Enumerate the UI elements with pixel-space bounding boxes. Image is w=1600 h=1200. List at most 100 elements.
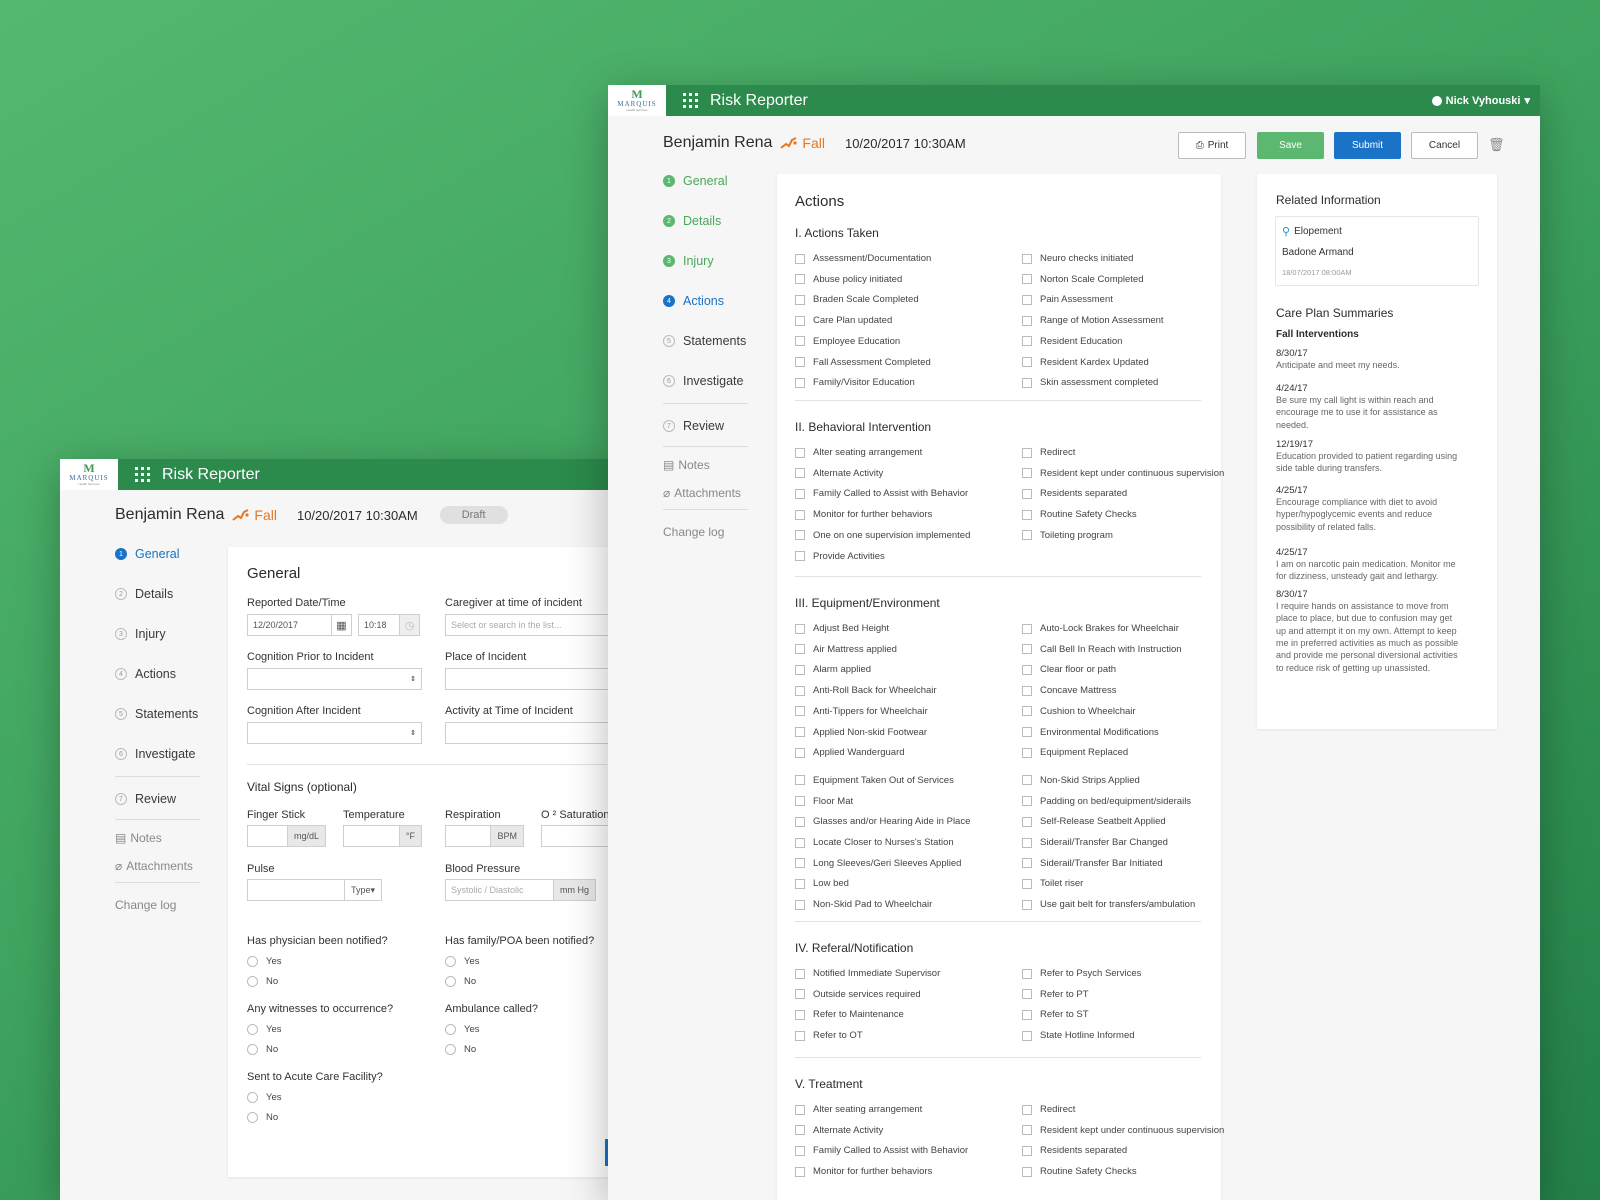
action-checkbox[interactable]: Floor Mat	[795, 796, 853, 807]
action-checkbox[interactable]: Abuse policy initiated	[795, 274, 902, 285]
blood-pressure-input[interactable]: Systolic / Diastolic mm Hg	[445, 879, 596, 901]
nav-item-injury[interactable]: 3 Injury	[663, 241, 783, 281]
action-checkbox[interactable]: Adjust Bed Height	[795, 623, 889, 634]
pulse-type-dropdown[interactable]: Type ▾	[343, 880, 381, 900]
reported-date-input[interactable]: 12/20/2017 ▦	[247, 614, 352, 636]
action-checkbox[interactable]: Routine Safety Checks	[1022, 509, 1137, 520]
action-checkbox[interactable]: Alternate Activity	[795, 468, 883, 479]
cognition-after-select[interactable]: ⇕	[247, 722, 422, 744]
ambulance-yes-radio[interactable]: Yes	[445, 1024, 480, 1035]
cognition-prior-select[interactable]: ⇕	[247, 668, 422, 690]
action-checkbox[interactable]: Provide Activities	[795, 551, 885, 562]
action-checkbox[interactable]: Residents separated	[1022, 1145, 1127, 1156]
action-checkbox[interactable]: One on one supervision implemented	[795, 530, 970, 541]
action-checkbox[interactable]: Norton Scale Completed	[1022, 274, 1144, 285]
action-checkbox[interactable]: Alter seating arrangement	[795, 1104, 922, 1115]
action-checkbox[interactable]: Long Sleeves/Geri Sleeves Applied	[795, 858, 961, 869]
action-checkbox[interactable]: Refer to ST	[1022, 1009, 1089, 1020]
action-checkbox[interactable]: Applied Wanderguard	[795, 747, 905, 758]
nav-item-investigate[interactable]: 6 Investigate	[115, 734, 235, 774]
action-checkbox[interactable]: Toilet riser	[1022, 878, 1083, 889]
submit-button[interactable]: Submit	[1334, 132, 1401, 159]
action-checkbox[interactable]: Non-Skid Strips Applied	[1022, 775, 1140, 786]
action-checkbox[interactable]: Neuro checks initiated	[1022, 253, 1133, 264]
action-checkbox[interactable]: Use gait belt for transfers/ambulation	[1022, 899, 1195, 910]
respiration-input[interactable]: BPM	[445, 825, 524, 847]
action-checkbox[interactable]: Toileting program	[1022, 530, 1113, 541]
temperature-input[interactable]: °F	[343, 825, 422, 847]
o2-saturation-input[interactable]	[541, 825, 608, 847]
nav-item-investigate[interactable]: 6 Investigate	[663, 361, 783, 401]
action-checkbox[interactable]: Refer to Maintenance	[795, 1009, 904, 1020]
action-checkbox[interactable]: Self-Release Seatbelt Applied	[1022, 816, 1166, 827]
action-checkbox[interactable]: Clear floor or path	[1022, 664, 1116, 675]
action-checkbox[interactable]: Anti-Tippers for Wheelchair	[795, 706, 928, 717]
action-checkbox[interactable]: State Hotline Informed	[1022, 1030, 1135, 1041]
action-checkbox[interactable]: Fall Assessment Completed	[795, 357, 931, 368]
action-checkbox[interactable]: Routine Safety Checks	[1022, 1166, 1137, 1177]
action-checkbox[interactable]: Glasses and/or Hearing Aide in Place	[795, 816, 970, 827]
action-checkbox[interactable]: Locate Closer to Nurses's Station	[795, 837, 954, 848]
action-checkbox[interactable]: Monitor for further behaviors	[795, 1166, 932, 1177]
nav-attachments[interactable]: ⌀ Attachments	[115, 852, 235, 880]
trash-icon[interactable]: 🗑	[1488, 137, 1505, 153]
action-checkbox[interactable]: Pain Assessment	[1022, 294, 1113, 305]
reported-time-input[interactable]: 10:18 ◷	[358, 614, 420, 636]
acute-yes-radio[interactable]: Yes	[247, 1092, 282, 1103]
nav-item-review[interactable]: 7 Review	[115, 781, 235, 817]
nav-item-details[interactable]: 2 Details	[663, 201, 783, 241]
action-checkbox[interactable]: Monitor for further behaviors	[795, 509, 932, 520]
activity-select[interactable]	[445, 722, 608, 744]
action-checkbox[interactable]: Redirect	[1022, 447, 1075, 458]
action-checkbox[interactable]: Environmental Modifications	[1022, 727, 1159, 738]
action-checkbox[interactable]: Air Mattress applied	[795, 644, 897, 655]
physician-no-radio[interactable]: No	[247, 976, 278, 987]
action-checkbox[interactable]: Notified Immediate Supervisor	[795, 968, 940, 979]
action-checkbox[interactable]: Cushion to Wheelchair	[1022, 706, 1136, 717]
nav-item-actions[interactable]: 4 Actions	[115, 654, 235, 694]
action-checkbox[interactable]: Care Plan updated	[795, 315, 892, 326]
action-checkbox[interactable]: Skin assessment completed	[1022, 377, 1158, 388]
acute-no-radio[interactable]: No	[247, 1112, 278, 1123]
cancel-button[interactable]: Cancel	[1411, 132, 1478, 159]
nav-item-actions[interactable]: 4 Actions	[663, 281, 783, 321]
action-checkbox[interactable]: Outside services required	[795, 989, 921, 1000]
place-select[interactable]	[445, 668, 608, 690]
save-button[interactable]: Save	[1257, 132, 1324, 159]
action-checkbox[interactable]: Applied Non-skid Footwear	[795, 727, 927, 738]
nav-item-general[interactable]: 1 General	[663, 161, 783, 201]
app-grid-icon[interactable]	[683, 93, 698, 108]
user-menu[interactable]: Nick Vyhouski ▾	[1431, 94, 1530, 107]
pulse-input[interactable]: Type ▾	[247, 879, 382, 901]
nav-item-general[interactable]: 1 General	[115, 534, 235, 574]
witness-no-radio[interactable]: No	[247, 1044, 278, 1055]
action-checkbox[interactable]: Braden Scale Completed	[795, 294, 919, 305]
nav-change-log[interactable]: Change log	[115, 887, 235, 923]
nav-item-details[interactable]: 2 Details	[115, 574, 235, 614]
action-checkbox[interactable]: Resident kept under continuous supervisi…	[1022, 1125, 1224, 1136]
action-checkbox[interactable]: Resident Kardex Updated	[1022, 357, 1149, 368]
nav-item-statements[interactable]: 5 Statements	[663, 321, 783, 361]
action-checkbox[interactable]: Residents separated	[1022, 488, 1127, 499]
calendar-icon[interactable]: ▦	[331, 615, 351, 635]
witness-yes-radio[interactable]: Yes	[247, 1024, 282, 1035]
family-no-radio[interactable]: No	[445, 976, 476, 987]
finger-stick-input[interactable]: mg/dL	[247, 825, 326, 847]
action-checkbox[interactable]: Siderail/Transfer Bar Changed	[1022, 837, 1168, 848]
ambulance-no-radio[interactable]: No	[445, 1044, 476, 1055]
action-checkbox[interactable]: Alter seating arrangement	[795, 447, 922, 458]
action-checkbox[interactable]: Alternate Activity	[795, 1125, 883, 1136]
action-checkbox[interactable]: Refer to OT	[795, 1030, 863, 1041]
physician-yes-radio[interactable]: Yes	[247, 956, 282, 967]
action-checkbox[interactable]: Concave Mattress	[1022, 685, 1117, 696]
action-checkbox[interactable]: Family Called to Assist with Behavior	[795, 1145, 968, 1156]
action-checkbox[interactable]: Refer to Psych Services	[1022, 968, 1141, 979]
action-checkbox[interactable]: Equipment Taken Out of Services	[795, 775, 954, 786]
action-checkbox[interactable]: Resident Education	[1022, 336, 1122, 347]
nav-item-statements[interactable]: 5 Statements	[115, 694, 235, 734]
action-checkbox[interactable]: Range of Motion Assessment	[1022, 315, 1164, 326]
action-checkbox[interactable]: Employee Education	[795, 336, 900, 347]
action-checkbox[interactable]: Family/Visitor Education	[795, 377, 915, 388]
action-checkbox[interactable]: Siderail/Transfer Bar Initiated	[1022, 858, 1163, 869]
action-checkbox[interactable]: Assessment/Documentation	[795, 253, 931, 264]
